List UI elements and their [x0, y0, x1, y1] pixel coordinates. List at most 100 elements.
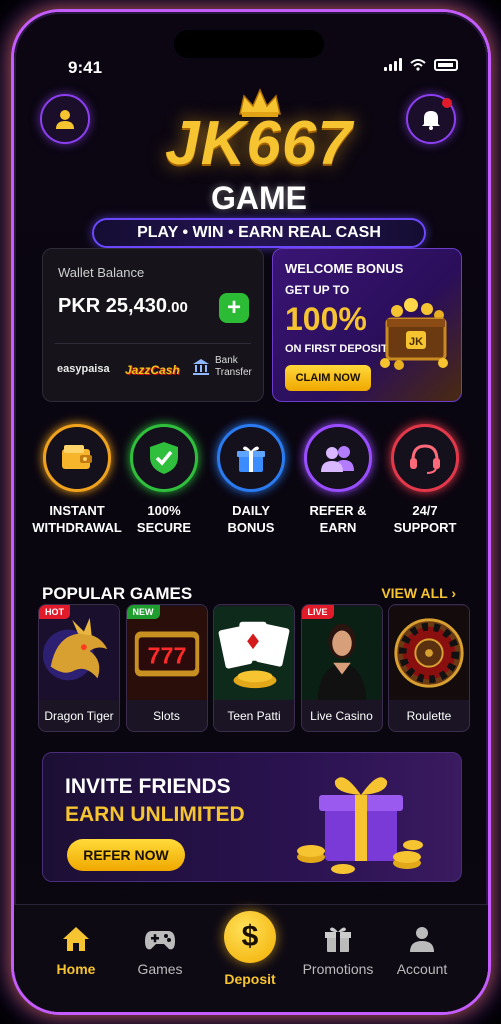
gift-icon: [325, 927, 351, 952]
bell-icon: [422, 111, 440, 130]
easypaisa-logo: easypaisa: [57, 363, 110, 375]
feature-daily-bonus[interactable]: DAILY BONUS: [210, 424, 292, 536]
dollar-icon: $: [224, 911, 276, 963]
feature-label: INSTANT WITHDRAWAL: [32, 503, 122, 535]
jazzcash-logo: JazzCash: [125, 363, 180, 377]
bottom-tab-bar: Home Games $ Deposit Promotions Account: [14, 904, 488, 1012]
tab-promotions[interactable]: Promotions: [300, 925, 376, 977]
game-name: Teen Patti: [227, 709, 281, 723]
notification-dot: [442, 98, 452, 108]
wallet-balance: PKR 25,430.00: [58, 295, 188, 318]
invite-banner[interactable]: INVITE FRIENDS EARN UNLIMITED REFER NOW: [42, 752, 462, 882]
divider: [55, 343, 251, 344]
gift-box-icon: [297, 777, 423, 874]
bank-icon: [193, 359, 209, 375]
battery-icon: [434, 58, 458, 71]
users-icon: [321, 446, 354, 472]
game-name: Live Casino: [310, 709, 373, 723]
gift-icon: [237, 446, 265, 472]
chest-label: JK: [409, 336, 423, 348]
game-card-roulette[interactable]: Roulette: [388, 604, 470, 732]
game-card-slots[interactable]: 777 NEW Slots: [125, 604, 208, 732]
feature-label: 24/7 SUPPORT: [393, 503, 457, 535]
wallet-card: Wallet Balance PKR 25,430.00 + easypaisa…: [42, 248, 264, 402]
notifications-button[interactable]: [406, 94, 456, 144]
bonus-condition: ON FIRST DEPOSIT: [285, 343, 388, 355]
popular-games-title: POPULAR GAMES: [42, 584, 193, 603]
notch: [174, 30, 324, 58]
add-funds-button[interactable]: +: [219, 293, 249, 323]
game-badge: HOT: [39, 605, 70, 619]
bank-transfer-label: Bank Transfer: [215, 355, 252, 378]
dragon-icon: [39, 606, 119, 700]
games-row: HOT Dragon Tiger 777 NEW Slots Teen Patt…: [38, 604, 470, 732]
tab-home[interactable]: Home: [38, 925, 114, 977]
user-icon: [56, 110, 74, 129]
game-card-live-casino[interactable]: LIVE Live Casino: [300, 604, 383, 732]
slot-reels: 777: [147, 643, 186, 669]
feature-label: 100% SECURE: [136, 503, 192, 535]
live-dealer-icon: [301, 606, 382, 700]
home-icon: [63, 927, 89, 951]
bonus-subtitle: GET UP TO: [285, 283, 350, 297]
headset-icon: [410, 444, 440, 474]
profile-button[interactable]: [40, 94, 90, 144]
status-time: 9:41: [68, 58, 103, 77]
signal-icon: [384, 58, 402, 71]
feature-label: REFER & EARN: [309, 503, 367, 535]
feature-circle: [391, 424, 459, 492]
chevron-right-icon: ›: [451, 585, 456, 601]
feature-instant-withdrawal[interactable]: INSTANT WITHDRAWAL: [32, 424, 122, 536]
game-name: Dragon Tiger: [44, 709, 114, 723]
refer-now-button[interactable]: REFER NOW: [67, 839, 185, 871]
roulette-wheel-icon: [389, 606, 469, 700]
brand-subtitle: GAME: [211, 180, 307, 216]
view-all-label: VIEW ALL: [381, 585, 448, 601]
feature-circle: [304, 424, 372, 492]
playing-cards-icon: [214, 606, 294, 700]
status-icons: [384, 58, 458, 71]
user-icon: [410, 927, 434, 952]
wallet-label: Wallet Balance: [58, 265, 145, 280]
tab-label: Promotions: [302, 961, 374, 977]
feature-secure[interactable]: 100% SECURE: [123, 424, 205, 536]
game-name: Roulette: [406, 709, 452, 723]
treasure-chest-icon: JK: [380, 298, 448, 370]
bonus-percent: 100%: [285, 301, 367, 337]
shield-check-icon: [150, 442, 178, 474]
feature-support[interactable]: 24/7 SUPPORT: [384, 424, 466, 536]
features-row: INSTANT WITHDRAWAL 100% SECURE DAILY BON…: [32, 424, 466, 536]
tab-label: Home: [56, 961, 96, 977]
brand-logo: JK667: [165, 109, 353, 178]
welcome-bonus-card[interactable]: WELCOME BONUS GET UP TO 100% ON FIRST DE…: [272, 248, 462, 402]
tab-label: Deposit: [224, 971, 276, 987]
wallet-amount-cents: .00: [166, 299, 188, 316]
view-all-link[interactable]: VIEW ALL ›: [381, 585, 456, 601]
slot-machine-icon: 777: [126, 606, 207, 700]
wallet-icon: [62, 445, 92, 469]
game-badge: NEW: [126, 605, 160, 619]
game-name: Slots: [153, 709, 180, 723]
wallet-amount-main: PKR 25,430: [58, 295, 167, 317]
bank-transfer-logo: Bank Transfer: [191, 355, 259, 379]
game-card-teen-patti[interactable]: Teen Patti: [213, 604, 295, 732]
invite-subtitle: EARN UNLIMITED: [65, 803, 245, 826]
invite-title: INVITE FRIENDS: [65, 775, 231, 798]
feature-circle: [43, 424, 111, 492]
claim-now-button[interactable]: CLAIM NOW: [285, 365, 371, 391]
gamepad-icon: [145, 931, 175, 950]
phone-frame: 9:41 JK667 GAME PLAY • WIN • EARN REAL C…: [14, 12, 488, 1012]
tab-account[interactable]: Account: [384, 925, 460, 977]
game-badge: LIVE: [301, 605, 334, 619]
feature-circle: [130, 424, 198, 492]
tab-games[interactable]: Games: [122, 925, 198, 977]
game-card-dragon-tiger[interactable]: HOT Dragon Tiger: [38, 604, 120, 732]
tab-label: Games: [137, 961, 183, 977]
tab-deposit[interactable]: $ Deposit: [212, 911, 288, 987]
feature-refer-earn[interactable]: REFER & EARN: [297, 424, 379, 536]
bonus-title: WELCOME BONUS: [285, 261, 404, 276]
feature-circle: [217, 424, 285, 492]
tab-label: Account: [396, 961, 448, 977]
feature-label: DAILY BONUS: [227, 503, 275, 535]
tagline-banner: PLAY • WIN • EARN REAL CASH: [92, 218, 426, 248]
